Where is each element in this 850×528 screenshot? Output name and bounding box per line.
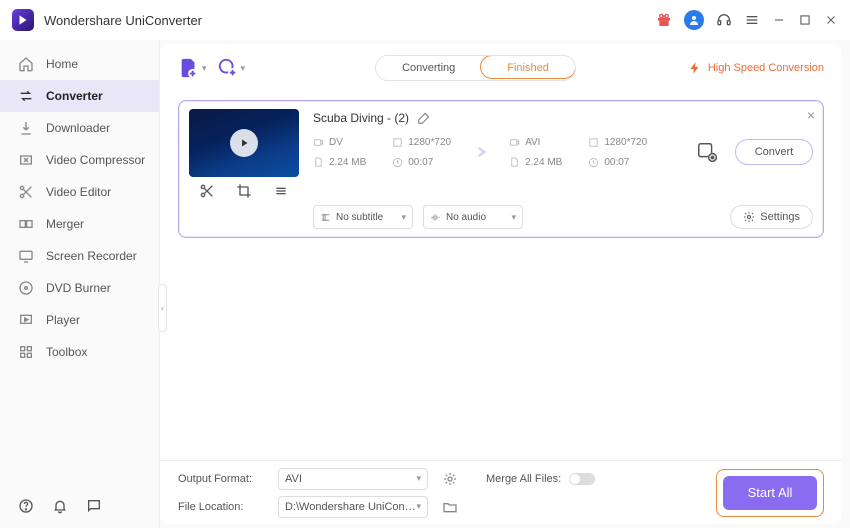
main-panel: ▾ ▾ Converting Finished High Speed Conve…	[160, 44, 842, 524]
app-title: Wondershare UniConverter	[44, 13, 202, 28]
app-logo	[12, 9, 34, 31]
chevron-down-icon: ▾	[401, 212, 406, 223]
sidebar-item-label: Player	[46, 313, 80, 327]
sidebar-item-downloader[interactable]: Downloader	[0, 112, 159, 144]
sidebar-item-label: Home	[46, 57, 78, 71]
tab-finished[interactable]: Finished	[480, 55, 576, 79]
open-folder-icon[interactable]	[442, 499, 458, 515]
compressor-icon	[18, 152, 34, 168]
output-format-label: Output Format:	[178, 473, 264, 485]
crop-icon[interactable]	[236, 183, 252, 199]
subtitle-dropdown[interactable]: No subtitle ▾	[313, 205, 413, 229]
add-url-button[interactable]: ▾	[217, 57, 246, 79]
merge-toggle[interactable]	[569, 473, 595, 485]
target-specs: AVI 1280*720 2.24 MB 00:07	[509, 133, 647, 171]
convert-button[interactable]: Convert	[735, 139, 813, 165]
sidebar-collapse-button[interactable]: ‹	[158, 284, 167, 332]
app-window: Wondershare UniConverter Home Converter	[0, 0, 850, 528]
chevron-down-icon: ▾	[416, 473, 421, 484]
play-icon	[230, 129, 258, 157]
sidebar-item-recorder[interactable]: Screen Recorder	[0, 240, 159, 272]
headset-icon[interactable]	[716, 12, 732, 28]
user-avatar-icon[interactable]	[684, 10, 704, 30]
bell-icon[interactable]	[52, 498, 68, 514]
minimize-button[interactable]	[772, 13, 786, 27]
sidebar-item-merger[interactable]: Merger	[0, 208, 159, 240]
dvd-icon	[18, 280, 34, 296]
player-icon	[18, 312, 34, 328]
chevron-down-icon: ▾	[202, 63, 207, 74]
start-all-highlight: Start All	[716, 469, 824, 517]
sidebar-item-toolbox[interactable]: Toolbox	[0, 336, 159, 368]
tab-group: Converting Finished	[375, 55, 576, 81]
help-icon[interactable]	[18, 498, 34, 514]
file-title: Scuba Diving - (2)	[313, 111, 409, 125]
titlebar: Wondershare UniConverter	[0, 0, 850, 40]
audio-dropdown[interactable]: No audio ▾	[423, 205, 523, 229]
sidebar-item-label: Toolbox	[46, 345, 87, 359]
start-all-button[interactable]: Start All	[723, 476, 817, 510]
download-icon	[18, 120, 34, 136]
sidebar-item-label: Video Compressor	[46, 153, 145, 167]
converter-icon	[18, 88, 34, 104]
add-file-button[interactable]: ▾	[178, 57, 207, 79]
tab-converting[interactable]: Converting	[376, 56, 481, 80]
trim-icon[interactable]	[199, 183, 215, 199]
card-close-button[interactable]: ×	[807, 107, 815, 123]
home-icon	[18, 56, 34, 72]
toolbox-icon	[18, 344, 34, 360]
sidebar-item-compressor[interactable]: Video Compressor	[0, 144, 159, 176]
recorder-icon	[18, 248, 34, 264]
file-location-dropdown[interactable]: D:\Wondershare UniConverter ▾	[278, 496, 428, 518]
sidebar-item-player[interactable]: Player	[0, 304, 159, 336]
more-icon[interactable]	[273, 183, 289, 199]
chevron-down-icon: ▾	[416, 501, 421, 512]
sidebar-item-label: Video Editor	[46, 185, 111, 199]
gift-icon[interactable]	[656, 12, 672, 28]
high-speed-label: High Speed Conversion	[708, 62, 824, 74]
video-thumbnail[interactable]	[189, 109, 299, 177]
content-area: ×	[160, 92, 842, 460]
scissors-icon	[18, 184, 34, 200]
sidebar-item-label: Merger	[46, 217, 84, 231]
output-format-dropdown[interactable]: AVI ▾	[278, 468, 428, 490]
sidebar-item-dvd[interactable]: DVD Burner	[0, 272, 159, 304]
chevron-down-icon: ▾	[241, 63, 246, 74]
sidebar: Home Converter Downloader Video Compress…	[0, 40, 160, 528]
source-specs: DV 1280*720 2.24 MB 00:07	[313, 133, 451, 171]
arrow-icon	[467, 141, 493, 163]
sidebar-footer	[18, 498, 102, 514]
titlebar-actions	[656, 10, 838, 30]
file-card: ×	[178, 100, 824, 238]
sidebar-item-editor[interactable]: Video Editor	[0, 176, 159, 208]
sidebar-item-home[interactable]: Home	[0, 48, 159, 80]
file-location-label: File Location:	[178, 501, 264, 513]
maximize-button[interactable]	[798, 13, 812, 27]
footer: Output Format: AVI ▾ Merge All Files: Fi…	[160, 460, 842, 524]
merger-icon	[18, 216, 34, 232]
settings-button[interactable]: Settings	[730, 205, 813, 229]
sidebar-item-label: DVD Burner	[46, 281, 111, 295]
sidebar-item-converter[interactable]: Converter	[0, 80, 159, 112]
chevron-down-icon: ▾	[511, 212, 516, 223]
high-speed-link[interactable]: High Speed Conversion	[688, 61, 824, 75]
feedback-icon[interactable]	[86, 498, 102, 514]
sidebar-item-label: Downloader	[46, 121, 110, 135]
sidebar-item-label: Converter	[46, 89, 103, 103]
menu-icon[interactable]	[744, 12, 760, 28]
merge-label: Merge All Files:	[486, 473, 561, 485]
sidebar-item-label: Screen Recorder	[46, 249, 137, 263]
close-button[interactable]	[824, 13, 838, 27]
format-settings-icon[interactable]	[442, 471, 458, 487]
output-settings-icon[interactable]	[695, 140, 719, 164]
toolbar: ▾ ▾ Converting Finished High Speed Conve…	[160, 44, 842, 92]
edit-title-icon[interactable]	[417, 111, 431, 125]
